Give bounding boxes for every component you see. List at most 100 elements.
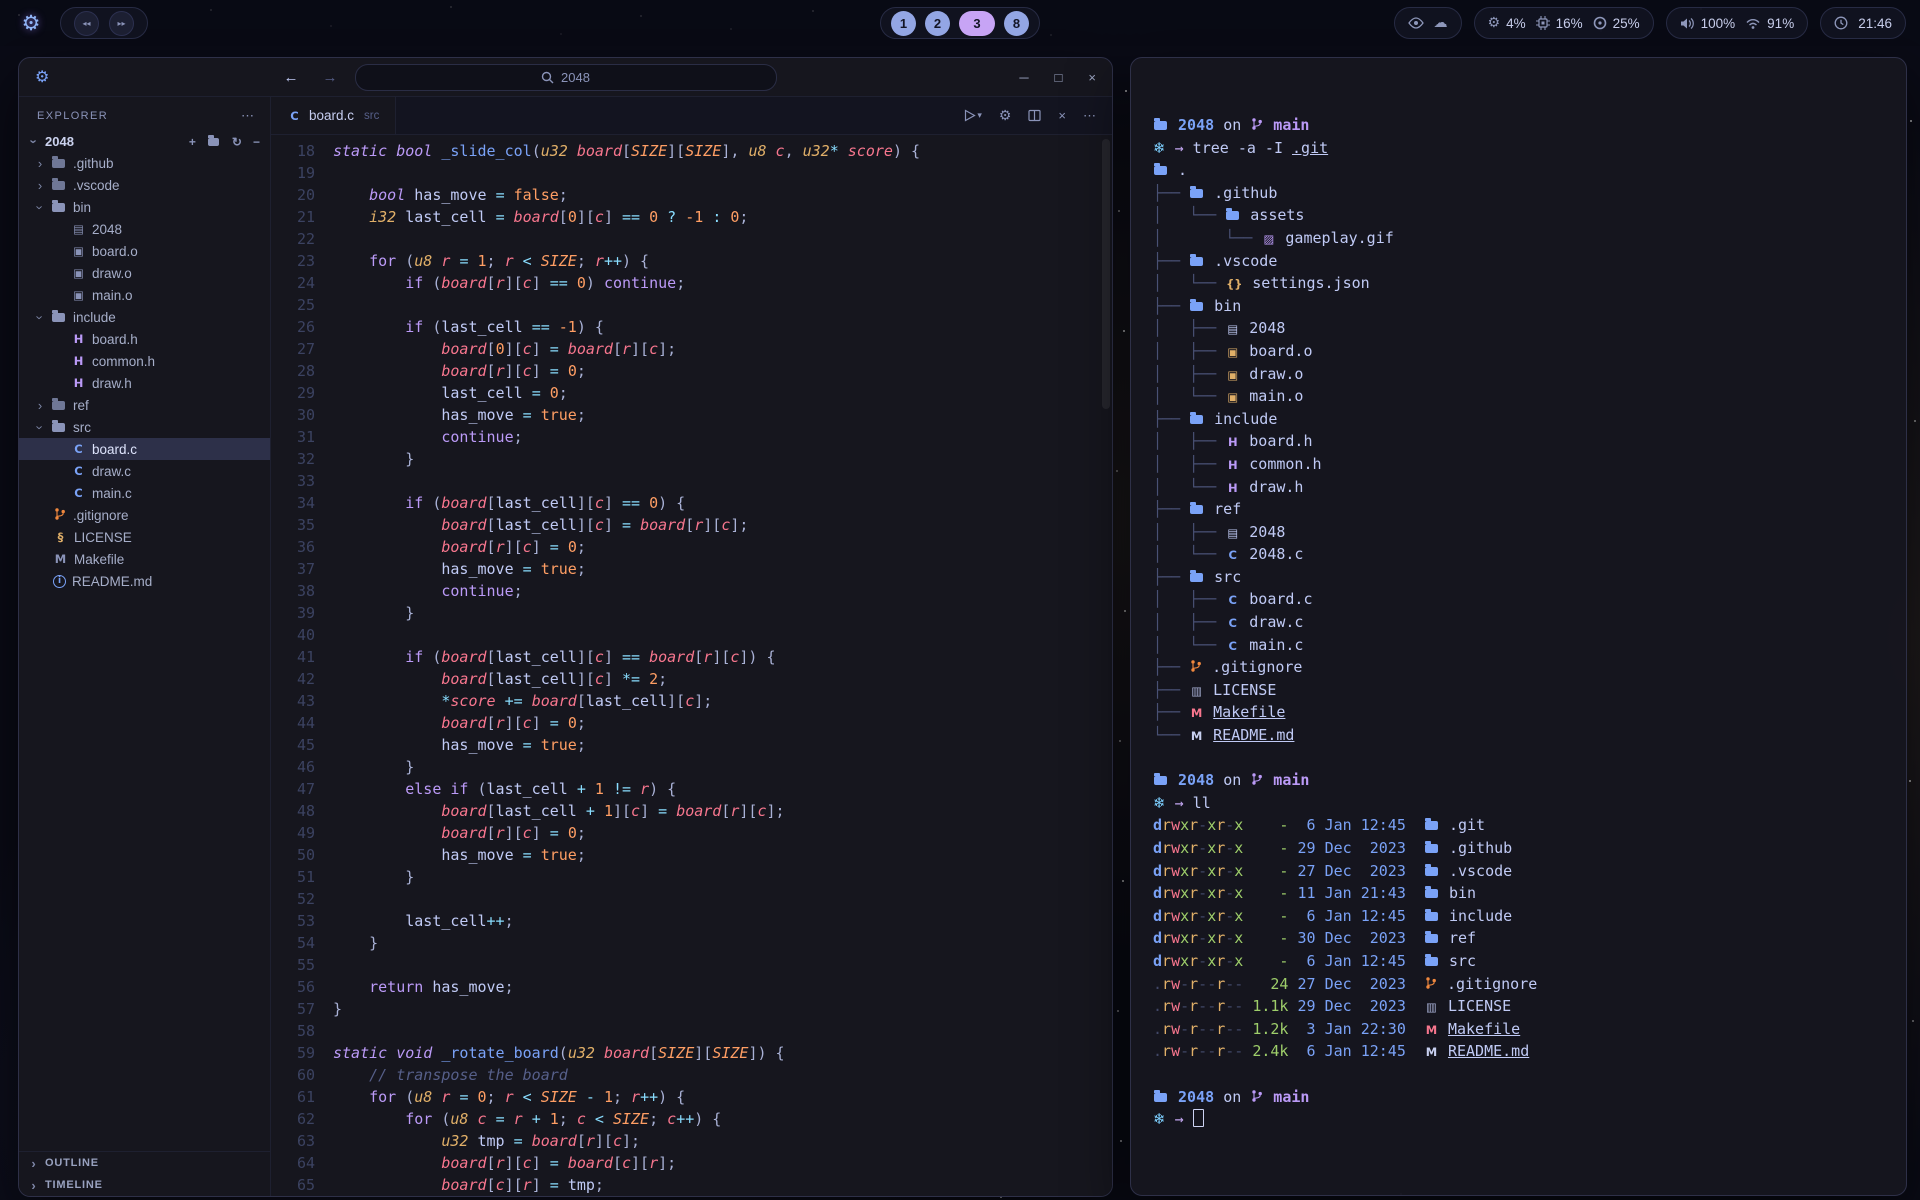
explorer-item-board.o[interactable]: ▣board.o bbox=[19, 240, 270, 262]
workspace-2[interactable]: 2 bbox=[925, 11, 950, 36]
timeline-section[interactable]: ›TIMELINE bbox=[19, 1174, 270, 1196]
terminal-line bbox=[1153, 1063, 1886, 1086]
audio-network-widget[interactable]: 100% 91% bbox=[1666, 7, 1809, 39]
explorer-item-README.md[interactable]: iREADME.md bbox=[19, 570, 270, 592]
nav-forward-button[interactable]: → bbox=[323, 69, 338, 86]
tab-path-hint: src bbox=[364, 110, 379, 122]
line-number: 62 bbox=[271, 1108, 333, 1130]
workspace-8[interactable]: 8 bbox=[1004, 11, 1029, 36]
explorer-item-.gitignore[interactable]: .gitignore bbox=[19, 504, 270, 526]
git-branch-icon bbox=[1250, 770, 1264, 793]
folder-icon bbox=[1190, 257, 1203, 266]
nix-snowflake-icon: ❄ bbox=[1153, 794, 1166, 812]
folder-icon bbox=[1154, 166, 1167, 175]
explorer-item-.github[interactable]: ›.github bbox=[19, 152, 270, 174]
makefile-icon: M bbox=[53, 552, 68, 566]
editor-titlebar: ⚙ ← → 2048 ─ □ × bbox=[19, 58, 1112, 97]
code-editor[interactable]: 18static bool _slide_col(u32 board[SIZE]… bbox=[271, 135, 1112, 1196]
explorer-item-draw.c[interactable]: Cdraw.c bbox=[19, 460, 270, 482]
explorer-item-draw.h[interactable]: Hdraw.h bbox=[19, 372, 270, 394]
c-file-icon: C bbox=[71, 464, 86, 478]
code-line: 21 i32 last_cell = board[0][c] == 0 ? -1… bbox=[271, 206, 1112, 228]
explorer-item-.vscode[interactable]: ›.vscode bbox=[19, 174, 270, 196]
explorer-item-2048[interactable]: ▤2048 bbox=[19, 218, 270, 240]
item-label: board.h bbox=[92, 332, 138, 347]
settings-gear-icon[interactable]: ⚙ bbox=[999, 107, 1012, 124]
collapse-all-icon[interactable]: − bbox=[253, 135, 260, 149]
item-label: draw.h bbox=[92, 376, 132, 391]
line-number: 59 bbox=[271, 1042, 333, 1064]
explorer-item-Makefile[interactable]: M Makefile bbox=[19, 548, 270, 570]
terminal-line: │ ├── ▤ 2048 bbox=[1153, 521, 1886, 544]
folder-icon bbox=[1425, 844, 1438, 853]
explorer-item-draw.o[interactable]: ▣draw.o bbox=[19, 262, 270, 284]
item-label: Makefile bbox=[74, 552, 124, 567]
line-number: 41 bbox=[271, 646, 333, 668]
launcher-gear-icon[interactable]: ⚙ bbox=[14, 6, 48, 40]
item-label: LICENSE bbox=[74, 530, 132, 545]
run-button[interactable]: ▾ bbox=[963, 109, 982, 122]
explorer-item-board.h[interactable]: Hboard.h bbox=[19, 328, 270, 350]
explorer-item-LICENSE[interactable]: §LICENSE bbox=[19, 526, 270, 548]
explorer-item-main.c[interactable]: Cmain.c bbox=[19, 482, 270, 504]
line-number: 39 bbox=[271, 602, 333, 624]
outline-section[interactable]: ›OUTLINE bbox=[19, 1152, 270, 1174]
close-button[interactable]: × bbox=[1088, 70, 1096, 85]
terminal-line: 2048 on main bbox=[1153, 769, 1886, 792]
code-line: 63 u32 tmp = board[r][c]; bbox=[271, 1130, 1112, 1152]
maximize-button[interactable]: □ bbox=[1055, 70, 1063, 85]
explorer-root-folder[interactable]: › 2048 + ↻ − bbox=[19, 131, 270, 152]
command-center[interactable]: 2048 bbox=[355, 64, 777, 91]
folder-icon bbox=[1154, 1093, 1167, 1102]
code-line: 61 for (u8 r = 0; r < SIZE - 1; r++) { bbox=[271, 1086, 1112, 1108]
explorer-item-common.h[interactable]: Hcommon.h bbox=[19, 350, 270, 372]
clock-widget[interactable]: 21:46 bbox=[1820, 7, 1906, 39]
wifi-icon bbox=[1745, 17, 1761, 29]
terminal-window[interactable]: 2048 on main❄ → tree -a -I .git .├── .gi… bbox=[1130, 57, 1907, 1196]
terminal-line bbox=[1153, 747, 1886, 770]
disk-usage: 25% bbox=[1613, 16, 1640, 31]
nav-back-button[interactable]: ← bbox=[284, 69, 299, 86]
workspace-switcher: 1238 bbox=[880, 7, 1040, 39]
close-editor-icon[interactable]: × bbox=[1058, 108, 1066, 123]
minimize-button[interactable]: ─ bbox=[1019, 70, 1028, 85]
explorer-item-include[interactable]: ›include bbox=[19, 306, 270, 328]
explorer-more-icon[interactable]: ⋯ bbox=[241, 108, 254, 124]
new-file-icon[interactable]: + bbox=[189, 135, 196, 149]
media-prev-button[interactable]: ◂◂ bbox=[74, 11, 99, 36]
explorer-item-src[interactable]: ›src bbox=[19, 416, 270, 438]
chevron-right-icon: › bbox=[35, 398, 45, 413]
explorer-item-board.c[interactable]: Cboard.c bbox=[19, 438, 270, 460]
object-file-icon: ▣ bbox=[71, 244, 86, 258]
root-folder-label: 2048 bbox=[45, 134, 74, 149]
line-number: 18 bbox=[271, 140, 333, 162]
explorer-item-main.o[interactable]: ▣main.o bbox=[19, 284, 270, 306]
refresh-icon[interactable]: ↻ bbox=[232, 135, 242, 149]
new-folder-icon[interactable] bbox=[208, 138, 219, 146]
system-stats-widget[interactable]: ⚙4% 16% 25% bbox=[1474, 7, 1654, 39]
workspace-3[interactable]: 3 bbox=[959, 11, 995, 36]
line-number: 30 bbox=[271, 404, 333, 426]
code-line: 25 bbox=[271, 294, 1112, 316]
chevron-right-icon: › bbox=[29, 1178, 39, 1193]
code-line: 40 bbox=[271, 624, 1112, 646]
terminal-line: .rw-r--r-- 1.1k 29 Dec 2023 ▥ LICENSE bbox=[1153, 995, 1886, 1018]
git-icon bbox=[1189, 657, 1203, 680]
line-number: 53 bbox=[271, 910, 333, 932]
explorer-item-ref[interactable]: ›ref bbox=[19, 394, 270, 416]
tab-board.c[interactable]: C board.c src bbox=[271, 97, 396, 134]
code-line: 32 } bbox=[271, 448, 1112, 470]
media-next-button[interactable]: ▸▸ bbox=[109, 11, 134, 36]
weather-widget[interactable]: ☁ bbox=[1394, 7, 1462, 39]
editor-more-icon[interactable]: ⋯ bbox=[1083, 108, 1096, 124]
split-editor-icon[interactable] bbox=[1028, 109, 1041, 122]
item-label: src bbox=[73, 420, 91, 435]
code-line: 59static void _rotate_board(u32 board[SI… bbox=[271, 1042, 1112, 1064]
code-line: 65 board[c][r] = tmp; bbox=[271, 1174, 1112, 1196]
editor-scrollbar[interactable] bbox=[1102, 139, 1110, 409]
workspace-1[interactable]: 1 bbox=[891, 11, 916, 36]
folder-icon bbox=[1425, 889, 1438, 898]
line-number: 21 bbox=[271, 206, 333, 228]
explorer-item-bin[interactable]: ›bin bbox=[19, 196, 270, 218]
terminal-line: ├── include bbox=[1153, 408, 1886, 431]
